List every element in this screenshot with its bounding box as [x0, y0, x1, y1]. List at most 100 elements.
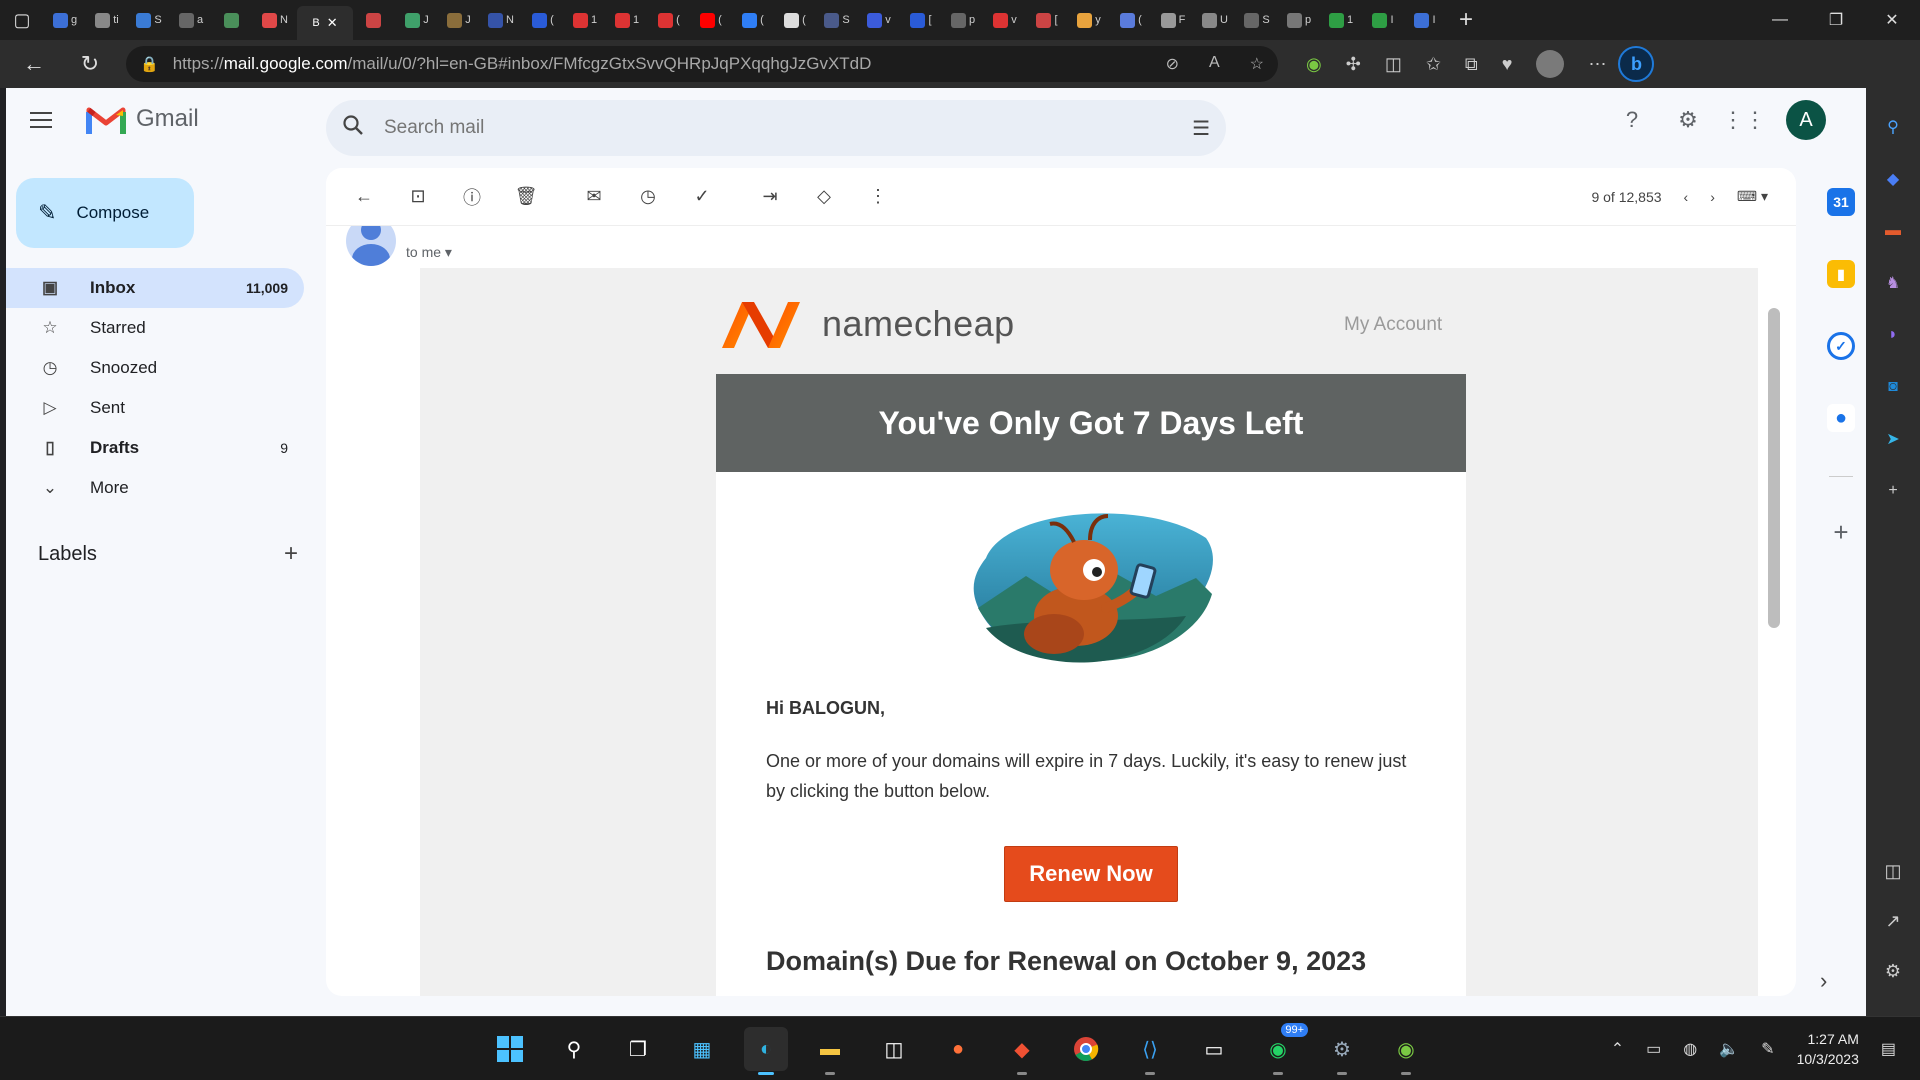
- support-icon[interactable]: ?: [1618, 106, 1646, 134]
- browser-tab[interactable]: I: [1363, 5, 1403, 35]
- move-to-icon[interactable]: ⇥: [750, 177, 790, 217]
- nav-item-inbox[interactable]: ▣ Inbox 11,009: [6, 268, 304, 308]
- input-tools-icon[interactable]: ⌨ ▾: [1737, 188, 1768, 205]
- sidebar-outlook-icon[interactable]: ◙: [1880, 374, 1906, 400]
- browser-tab[interactable]: J: [439, 5, 479, 35]
- nav-item-starred[interactable]: ☆ Starred: [6, 308, 304, 348]
- collections-icon[interactable]: ⧉: [1465, 54, 1478, 75]
- browser-tab[interactable]: a: [171, 5, 211, 35]
- get-addons-icon[interactable]: +: [1816, 517, 1866, 548]
- browser-tab[interactable]: I: [1405, 5, 1445, 35]
- vscode-icon[interactable]: ⟨⟩: [1128, 1027, 1172, 1075]
- globe-app-icon[interactable]: ◉: [1384, 1027, 1428, 1075]
- mark-unread-icon[interactable]: ✉: [574, 177, 614, 217]
- sidebar-search-icon[interactable]: ⚲: [1880, 114, 1906, 140]
- volume-icon[interactable]: 🔈: [1719, 1039, 1739, 1059]
- account-avatar[interactable]: A: [1786, 100, 1826, 140]
- nav-item-more[interactable]: ⌄ More: [6, 468, 304, 508]
- browser-tab[interactable]: [213, 5, 253, 35]
- back-to-inbox-icon[interactable]: ←: [344, 177, 384, 217]
- extensions-puzzle-icon[interactable]: ✣: [1346, 54, 1361, 75]
- app-available-icon[interactable]: ⊘: [1166, 54, 1179, 74]
- gmail-logo[interactable]: Gmail: [86, 104, 199, 134]
- browser-tab[interactable]: v: [985, 5, 1025, 35]
- browser-tab[interactable]: 1: [607, 5, 647, 35]
- nav-item-drafts[interactable]: ▯ Drafts 9: [6, 428, 304, 468]
- clock[interactable]: 1:27 AM 10/3/2023: [1797, 1029, 1859, 1069]
- sidebar-layout-icon[interactable]: ◫: [1866, 846, 1920, 896]
- settings-gear-icon[interactable]: ⚙: [1674, 106, 1702, 134]
- whatsapp-icon[interactable]: ◉ 99+: [1256, 1023, 1308, 1075]
- recipient-details[interactable]: to me ▾: [406, 244, 452, 261]
- namecheap-logo[interactable]: namecheap: [718, 298, 1015, 350]
- browser-tab[interactable]: J: [397, 5, 437, 35]
- browser-tab[interactable]: N: [481, 5, 521, 35]
- browser-profile-avatar[interactable]: [1536, 50, 1565, 78]
- browser-tab[interactable]: N: [255, 5, 295, 35]
- nav-item-snoozed[interactable]: ◷ Snoozed: [6, 348, 304, 388]
- sidebar-tag-icon[interactable]: ◆: [1880, 166, 1906, 192]
- browser-essentials-icon[interactable]: ♥: [1502, 54, 1513, 75]
- chrome-icon[interactable]: [1064, 1027, 1108, 1071]
- browser-tab[interactable]: S: [129, 5, 169, 35]
- keep-icon[interactable]: ▮: [1827, 260, 1855, 288]
- older-chevron-icon[interactable]: ›: [1710, 189, 1715, 205]
- tasks-icon[interactable]: ✓: [1827, 332, 1855, 360]
- browser-tab[interactable]: y: [1069, 5, 1109, 35]
- taskbar-search-icon[interactable]: ⚲: [552, 1027, 596, 1071]
- close-window-button[interactable]: ✕: [1864, 0, 1920, 40]
- search-options-icon[interactable]: ☰: [1192, 116, 1210, 141]
- browser-tab[interactable]: [: [1027, 5, 1067, 35]
- browser-tab[interactable]: [355, 5, 395, 35]
- sidebar-send-icon[interactable]: ➤: [1880, 426, 1906, 452]
- report-spam-icon[interactable]: ⓘ: [452, 177, 492, 217]
- browser-tab[interactable]: p: [1279, 5, 1319, 35]
- delete-icon[interactable]: 🗑: [506, 177, 546, 217]
- browser-tab[interactable]: F: [1153, 5, 1193, 35]
- newer-chevron-icon[interactable]: ‹: [1684, 189, 1689, 205]
- browser-tab[interactable]: S: [817, 5, 857, 35]
- browser-tab[interactable]: 1: [565, 5, 605, 35]
- task-view-icon[interactable]: ❐: [616, 1027, 660, 1071]
- browser-tab[interactable]: ti: [87, 5, 127, 35]
- browser-tab[interactable]: (: [523, 5, 563, 35]
- sidebar-tools-icon[interactable]: ▬: [1880, 218, 1906, 244]
- bing-copilot-icon[interactable]: b: [1618, 46, 1655, 82]
- snooze-icon[interactable]: ◷: [628, 177, 668, 217]
- browser-tab[interactable]: (: [691, 5, 731, 35]
- browser-tab-active[interactable]: B ✕: [297, 6, 353, 40]
- search-input[interactable]: [384, 117, 1144, 139]
- extension-globe-icon[interactable]: ◉: [1306, 54, 1322, 75]
- browser-tab[interactable]: (: [1111, 5, 1151, 35]
- close-tab-icon[interactable]: ✕: [327, 15, 338, 31]
- sidebar-games-icon[interactable]: ♞: [1880, 270, 1906, 296]
- google-apps-icon[interactable]: ⋮⋮: [1722, 106, 1766, 134]
- network-globe-icon[interactable]: ◍: [1683, 1039, 1697, 1059]
- new-tab-button[interactable]: +: [1446, 0, 1486, 40]
- favorite-star-icon[interactable]: ☆: [1250, 54, 1264, 74]
- archive-icon[interactable]: ⊡: [398, 177, 438, 217]
- show-hidden-icons-icon[interactable]: ⌃: [1611, 1039, 1624, 1059]
- my-account-link[interactable]: My Account: [1344, 314, 1442, 336]
- browser-tab[interactable]: [: [901, 5, 941, 35]
- add-to-tasks-icon[interactable]: ✓: [682, 177, 722, 217]
- file-explorer-icon[interactable]: ▬: [808, 1027, 852, 1075]
- compose-button[interactable]: ✎ Compose: [16, 178, 194, 248]
- store-icon[interactable]: ◫: [872, 1027, 916, 1071]
- contacts-icon[interactable]: ●: [1827, 404, 1855, 432]
- browser-tab[interactable]: (: [649, 5, 689, 35]
- minimize-button[interactable]: —: [1752, 0, 1808, 40]
- notifications-icon[interactable]: ▤: [1881, 1039, 1896, 1059]
- restore-button[interactable]: ❐: [1808, 0, 1864, 40]
- add-label-button[interactable]: +: [284, 540, 298, 568]
- sidebar-add-icon[interactable]: +: [1880, 478, 1906, 504]
- firefox-icon[interactable]: ●: [936, 1027, 980, 1071]
- calendar-icon[interactable]: 31: [1827, 188, 1855, 216]
- terminal-icon[interactable]: ▭: [1192, 1027, 1236, 1071]
- edge-app-icon[interactable]: ◐: [744, 1027, 788, 1075]
- show-side-panel-icon[interactable]: ›: [1820, 968, 1827, 994]
- start-button[interactable]: [488, 1027, 532, 1071]
- refresh-button[interactable]: ↻: [68, 44, 112, 84]
- settings-app-icon[interactable]: ⚙: [1320, 1027, 1364, 1075]
- browser-tab[interactable]: (: [775, 5, 815, 35]
